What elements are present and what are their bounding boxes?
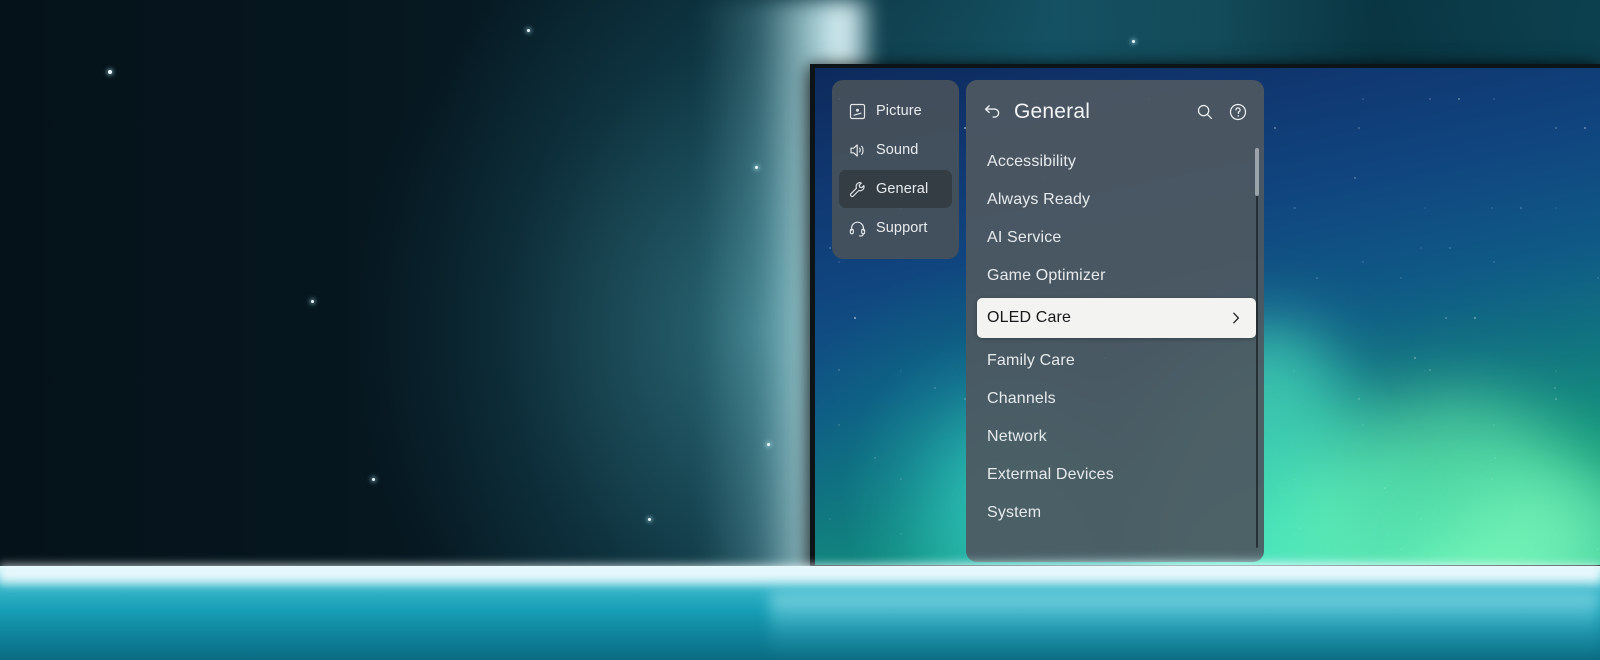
back-arrow-icon[interactable]: [980, 100, 1004, 124]
help-circle-icon[interactable]: [1227, 101, 1249, 123]
settings-menu-list: Accessibility Always Ready AI Service Ga…: [966, 143, 1264, 532]
menu-item-system[interactable]: System: [966, 494, 1264, 532]
settings-content-panel: General: [966, 80, 1264, 562]
menu-item-label: AI Service: [987, 229, 1061, 247]
menu-item-accessibility[interactable]: Accessibility: [966, 143, 1264, 181]
search-icon[interactable]: [1194, 101, 1216, 123]
menu-item-label: Accessibility: [987, 153, 1076, 171]
panel-header: General: [966, 80, 1264, 143]
sidebar-item-sound[interactable]: Sound: [839, 131, 952, 169]
wall-star: [1132, 40, 1135, 43]
menu-item-ai-service[interactable]: AI Service: [966, 219, 1264, 257]
wrench-icon: [848, 180, 867, 199]
menu-item-label: Channels: [987, 390, 1056, 408]
sidebar-item-picture[interactable]: Picture: [839, 92, 952, 130]
floor-highlight: [0, 560, 1600, 590]
chevron-right-icon: [1228, 310, 1244, 326]
menu-item-label: Family Care: [987, 352, 1075, 370]
sidebar-item-label: Picture: [876, 103, 922, 119]
menu-item-channels[interactable]: Channels: [966, 380, 1264, 418]
sidebar-item-support[interactable]: Support: [839, 209, 952, 247]
settings-overlay: Picture Sound General: [832, 80, 1264, 562]
menu-item-label: Network: [987, 428, 1047, 446]
speaker-icon: [848, 141, 867, 160]
scrollbar-thumb[interactable]: [1255, 148, 1259, 196]
sidebar-item-general[interactable]: General: [839, 170, 952, 208]
menu-item-label: System: [987, 504, 1041, 522]
menu-item-label: Always Ready: [987, 191, 1090, 209]
picture-icon: [848, 102, 867, 121]
menu-item-label: OLED Care: [987, 309, 1071, 327]
menu-item-label: Game Optimizer: [987, 267, 1106, 285]
headset-icon: [848, 219, 867, 238]
floor-reflection: [770, 592, 1600, 660]
menu-item-family-care[interactable]: Family Care: [966, 342, 1264, 380]
wall-star: [648, 518, 651, 521]
wall-star: [372, 478, 375, 481]
menu-item-game-optimizer[interactable]: Game Optimizer: [966, 257, 1264, 295]
scrollbar-track[interactable]: [1256, 148, 1258, 548]
sidebar-item-label: Support: [876, 220, 928, 236]
menu-item-label: Extermal Devices: [987, 466, 1114, 484]
menu-item-external-devices[interactable]: Extermal Devices: [966, 456, 1264, 494]
menu-item-always-ready[interactable]: Always Ready: [966, 181, 1264, 219]
scene-root: Picture Sound General: [0, 0, 1600, 660]
wall-star: [527, 29, 530, 32]
settings-category-rail: Picture Sound General: [832, 80, 959, 259]
menu-item-oled-care[interactable]: OLED Care: [977, 298, 1256, 338]
header-actions: [1194, 101, 1249, 123]
sidebar-item-label: Sound: [876, 142, 918, 158]
sidebar-item-label: General: [876, 181, 928, 197]
menu-item-network[interactable]: Network: [966, 418, 1264, 456]
page-title: General: [1014, 100, 1090, 124]
wall-star: [767, 443, 770, 446]
wall-star: [755, 166, 758, 169]
wall-star: [108, 70, 112, 74]
wall-star: [311, 300, 314, 303]
